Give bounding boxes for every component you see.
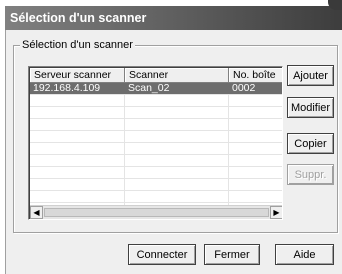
scanner-selection-dialog: Sélection d'un scanner Sélection d'un sc… [0,0,342,274]
table-row[interactable] [30,119,282,131]
empty-cell [229,191,282,202]
list-header: Serveur scanner Scanner No. boîte [30,68,282,83]
cell-server: 192.168.4.109 [30,83,125,94]
empty-cell [30,131,125,142]
empty-cell [229,119,282,130]
scanner-list[interactable]: Serveur scanner Scanner No. boîte 192.16… [28,66,283,220]
title-bar-corner [328,0,342,10]
empty-cell [30,119,125,130]
table-row[interactable] [30,107,282,119]
table-row[interactable] [30,143,282,155]
chevron-right-icon[interactable]: ▶ [270,206,282,219]
close-button[interactable]: Fermer [204,244,260,265]
column-header-scanner[interactable]: Scanner [125,68,229,83]
empty-cell [229,179,282,190]
chevron-left-icon[interactable]: ◀ [30,206,43,219]
table-row[interactable] [30,131,282,143]
empty-cell [125,179,229,190]
copy-button-label: Copier [294,137,327,150]
table-row[interactable] [30,179,282,191]
add-button-label: Ajouter [293,69,328,82]
empty-cell [229,95,282,106]
column-header-box-number[interactable]: No. boîte [229,68,282,83]
empty-cell [229,131,282,142]
empty-cell [30,191,125,202]
empty-cell [30,179,125,190]
empty-cell [229,167,282,178]
column-header-server[interactable]: Serveur scanner [30,68,125,83]
modify-button-label: Modifier [290,101,331,114]
add-button[interactable]: Ajouter [287,65,334,86]
delete-button[interactable]: Suppr. [287,164,334,185]
groupbox-legend: Sélection d'un scanner [20,39,135,51]
empty-cell [229,155,282,166]
window-title: Sélection d'un scanner [10,11,147,25]
empty-cell [30,95,125,106]
connect-button-label: Connecter [136,248,188,261]
horizontal-scrollbar[interactable]: ◀ ▶ [30,205,282,219]
empty-cell [125,95,229,106]
help-button[interactable]: Aide [275,244,334,265]
cell-box-number: 0002 [229,83,282,94]
table-row[interactable] [30,155,282,167]
connect-button[interactable]: Connecter [128,244,196,265]
list-rows: 192.168.4.109 Scan_02 0002 [30,83,282,219]
empty-cell [125,131,229,142]
table-row[interactable]: 192.168.4.109 Scan_02 0002 [30,83,282,95]
empty-cell [229,143,282,154]
empty-cell [125,119,229,130]
empty-cell [30,155,125,166]
scrollbar-thumb[interactable] [44,208,269,217]
empty-cell [125,191,229,202]
empty-cell [125,143,229,154]
empty-cell [30,143,125,154]
empty-cell [125,107,229,118]
copy-button[interactable]: Copier [287,133,334,154]
empty-cell [125,167,229,178]
close-button-label: Fermer [214,248,250,261]
table-row[interactable] [30,191,282,203]
help-button-label: Aide [293,248,316,261]
table-row[interactable] [30,167,282,179]
title-bar: Sélection d'un scanner [5,0,342,30]
cell-scanner: Scan_02 [125,83,229,94]
table-row[interactable] [30,95,282,107]
empty-cell [30,107,125,118]
empty-cell [30,167,125,178]
delete-button-label: Suppr. [294,168,327,181]
empty-cell [125,155,229,166]
empty-cell [229,107,282,118]
modify-button[interactable]: Modifier [287,97,334,118]
